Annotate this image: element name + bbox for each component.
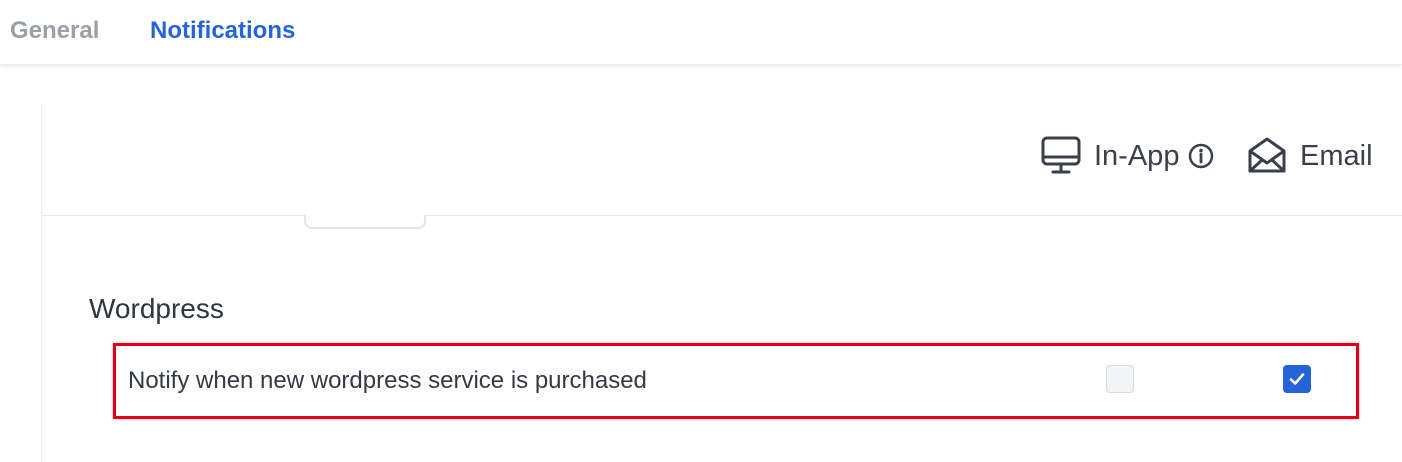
channel-header: In-App Email [42, 104, 1402, 216]
tab-bar: General Notifications [0, 0, 1402, 65]
info-icon[interactable] [1187, 142, 1215, 170]
channel-email: Email [1246, 134, 1373, 178]
section-title: Wordpress [89, 293, 224, 324]
notifications-panel: In-App Email Wordpress Notify when new w… [41, 104, 1402, 462]
tab-stub-decoration [304, 215, 426, 229]
channel-in-app: In-App [1040, 134, 1215, 178]
in-app-checkbox[interactable] [1106, 365, 1134, 393]
envelope-open-icon [1246, 136, 1288, 176]
tab-notifications[interactable]: Notifications [150, 16, 295, 46]
email-checkbox[interactable] [1283, 365, 1311, 393]
tab-general[interactable]: General [10, 16, 99, 46]
notification-row-label: Notify when new wordpress service is pur… [128, 367, 647, 394]
channel-in-app-label: In-App [1094, 139, 1180, 172]
notification-row: Notify when new wordpress service is pur… [113, 343, 1359, 419]
checkmark-icon [1289, 373, 1305, 385]
monitor-icon [1040, 136, 1082, 176]
channel-email-label: Email [1300, 139, 1373, 172]
